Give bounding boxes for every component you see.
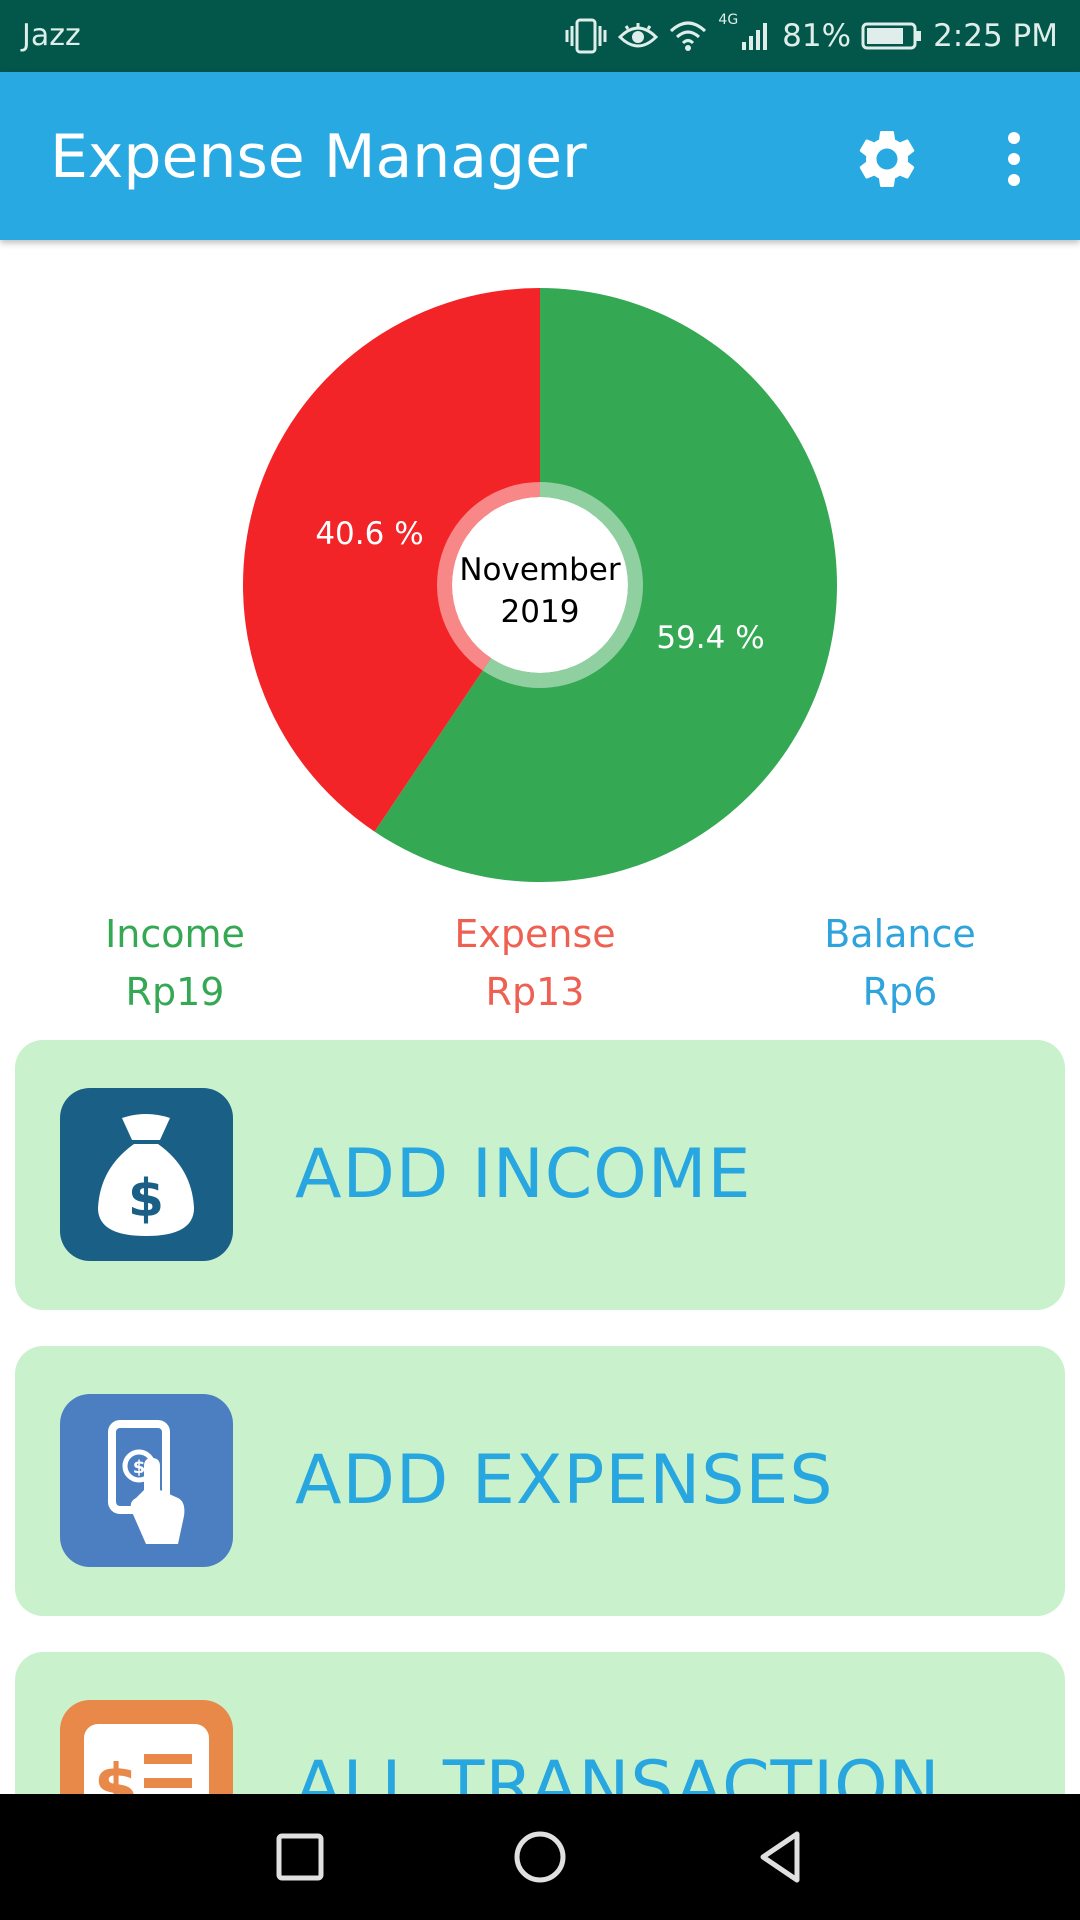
battery-percent: 81% [782, 18, 852, 54]
income-label: Income [105, 912, 245, 956]
add-expenses-label: ADD EXPENSES [295, 1441, 834, 1520]
settings-button[interactable] [852, 124, 922, 194]
pie-label-income: 59.4 % [656, 620, 764, 656]
recents-square-icon [276, 1833, 324, 1881]
recents-button[interactable] [265, 1822, 335, 1892]
add-income-label: ADD INCOME [295, 1135, 752, 1214]
pie-label-expense: 40.6 % [315, 516, 423, 552]
pie-chart-svg: 59.4 % 40.6 % November 2019 [243, 288, 837, 882]
home-circle-icon [514, 1831, 566, 1883]
battery-icon [861, 21, 923, 51]
gear-icon [859, 130, 915, 187]
summary-row: Income Rp19 Expense Rp13 Balance Rp6 [0, 905, 1080, 1025]
system-nav-bar [0, 1794, 1080, 1920]
expense-value: Rp13 [485, 970, 585, 1014]
signal-icon [740, 20, 772, 52]
status-icons: 4G 81% 2:25 PM [564, 12, 1058, 58]
clock: 2:25 PM [933, 18, 1058, 54]
home-button[interactable] [505, 1822, 575, 1892]
income-expense-chart: 59.4 % 40.6 % November 2019 [0, 240, 1080, 900]
income-summary: Income Rp19 [25, 905, 325, 1021]
svg-text:$: $ [128, 1169, 164, 1229]
balance-summary: Balance Rp6 [750, 905, 1050, 1021]
carrier-name: Jazz [22, 18, 81, 53]
status-bar: Jazz 4G 81% 2:25 PM [0, 0, 1080, 72]
money-bag-icon: $ [60, 1088, 233, 1261]
back-button[interactable] [745, 1822, 815, 1892]
add-income-button[interactable]: $ ADD INCOME [15, 1040, 1065, 1310]
app-bar: Expense Manager [0, 72, 1080, 240]
balance-value: Rp6 [862, 970, 938, 1014]
hand-payment-icon: $ [60, 1394, 233, 1567]
chart-center-year: 2019 [501, 594, 580, 630]
more-options-button[interactable] [988, 124, 1040, 194]
eye-icon [618, 21, 659, 51]
add-expenses-button[interactable]: $ ADD EXPENSES [15, 1346, 1065, 1616]
more-vert-icon [1008, 132, 1020, 186]
app-title: Expense Manager [50, 122, 587, 192]
back-triangle-icon [760, 1831, 800, 1883]
chart-center-month: November [459, 552, 621, 588]
svg-text:$: $ [133, 1457, 146, 1478]
expense-label: Expense [454, 912, 616, 956]
balance-label: Balance [824, 912, 976, 956]
income-value: Rp19 [125, 970, 225, 1014]
expense-summary: Expense Rp13 [385, 905, 685, 1021]
vibrate-icon [564, 18, 608, 54]
wifi-icon [668, 19, 708, 53]
network-type: 4G [718, 12, 739, 28]
